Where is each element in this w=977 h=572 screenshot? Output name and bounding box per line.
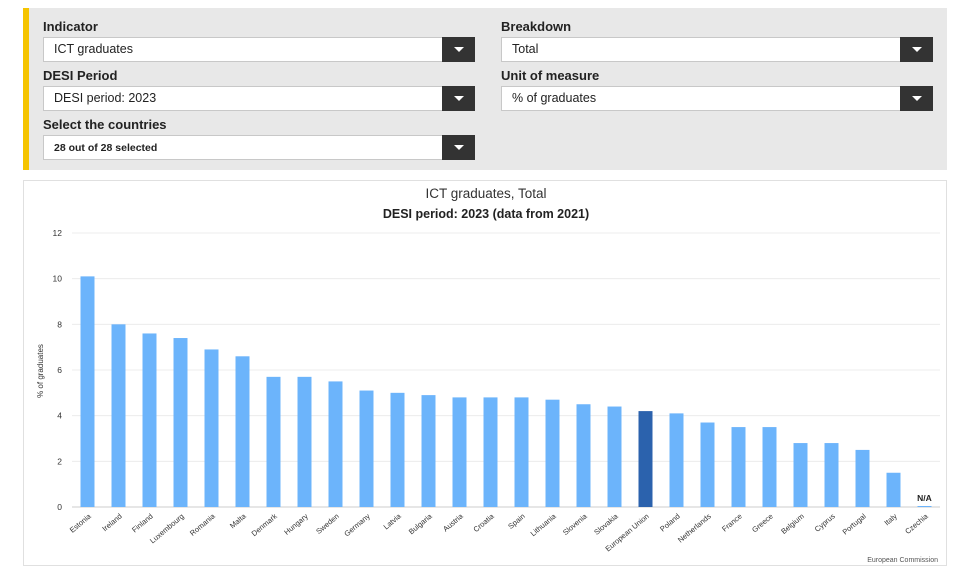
unit-dropdown-button[interactable] (900, 86, 933, 111)
bar (514, 397, 529, 507)
breakdown-select[interactable]: Total (501, 37, 933, 62)
bar (886, 472, 901, 507)
bar (173, 338, 188, 507)
credit-text: European Commission (867, 557, 938, 564)
x-tick-label: Romania (188, 511, 217, 538)
unit-label: Unit of measure (501, 68, 600, 83)
x-tick-label: Greece (750, 512, 775, 535)
y-axis-label: % of graduates (36, 344, 45, 398)
bar-chart: ICT graduates, Total DESI period: 2023 (… (36, 186, 940, 564)
bar (700, 422, 715, 507)
gridlines (72, 232, 940, 508)
x-tick-label: Finland (130, 512, 155, 535)
bar (266, 376, 281, 507)
breakdown-value: Total (512, 42, 539, 56)
bar (452, 397, 467, 507)
x-tick-label: Latvia (382, 511, 404, 531)
x-tick-label: Sweden (314, 512, 341, 536)
x-tick-label: Hungary (282, 511, 310, 536)
y-tick-label: 8 (57, 319, 62, 329)
x-axis-labels: Estonia Ireland FinlandLuxembourg Romania Ma… (68, 511, 931, 553)
x-tick-label: France (720, 512, 744, 534)
bar (762, 427, 777, 507)
indicator-label: Indicator (43, 19, 98, 34)
bar (80, 276, 95, 507)
chevron-down-icon (454, 145, 464, 150)
bar (824, 443, 839, 507)
x-tick-label: Portugal (841, 511, 868, 536)
period-value: DESI period: 2023 (54, 91, 157, 105)
bars: N/A (80, 276, 932, 507)
chevron-down-icon (912, 96, 922, 101)
x-tick-label: Ireland (100, 512, 123, 534)
bar (359, 390, 374, 507)
bar (731, 427, 746, 507)
y-tick-label: 0 (57, 502, 62, 512)
y-tick-label: 12 (53, 228, 63, 238)
x-tick-label: Germany (342, 511, 372, 538)
x-tick-label: Belgium (779, 512, 806, 536)
y-tick-label: 10 (53, 274, 63, 284)
x-tick-label: Slovenia (561, 511, 589, 537)
bar (607, 406, 622, 507)
x-tick-label: Estonia (68, 511, 94, 535)
x-tick-label: Denmark (250, 511, 279, 538)
y-tick-label: 2 (57, 456, 62, 466)
bar (545, 399, 560, 507)
bar (855, 449, 870, 507)
x-tick-label: Poland (658, 512, 682, 534)
x-tick-label: Luxembourg (148, 512, 186, 546)
breakdown-label: Breakdown (501, 19, 572, 34)
bar (793, 443, 808, 507)
y-axis-ticks: 0 2 4 6 8 10 12 (53, 228, 63, 512)
countries-select[interactable]: 28 out of 28 selected (43, 135, 475, 160)
chevron-down-icon (912, 47, 922, 52)
period-select[interactable]: DESI period: 2023 (43, 86, 475, 111)
chart-title: ICT graduates, Total (425, 186, 546, 201)
bar (204, 349, 219, 507)
bar (669, 413, 684, 507)
x-tick-label: Spain (506, 512, 526, 531)
bar (235, 356, 250, 507)
bar (297, 376, 312, 507)
unit-value: % of graduates (512, 91, 597, 105)
x-tick-label: Bulgaria (407, 511, 434, 536)
chevron-down-icon (454, 47, 464, 52)
unit-select[interactable]: % of graduates (501, 86, 933, 111)
bar (576, 404, 591, 507)
bar (421, 395, 436, 507)
bar (638, 411, 653, 507)
x-tick-label: Malta (228, 511, 248, 530)
x-tick-label: Austria (441, 511, 465, 533)
period-label: DESI Period (43, 68, 118, 83)
bar (483, 397, 498, 507)
x-tick-label: Croatia (471, 511, 496, 534)
x-tick-label: Italy (882, 511, 899, 527)
y-tick-label: 6 (57, 365, 62, 375)
x-tick-label: Czechia (903, 511, 930, 536)
indicator-value: ICT graduates (54, 42, 133, 56)
na-label: N/A (917, 493, 932, 503)
x-tick-label: Slovakia (592, 511, 620, 537)
bar (917, 506, 932, 507)
chart-container: ICT graduates, Total DESI period: 2023 (… (23, 180, 947, 566)
x-tick-label: Netherlands (676, 511, 713, 544)
chevron-down-icon (454, 96, 464, 101)
chart-subtitle: DESI period: 2023 (data from 2021) (383, 207, 589, 221)
bar (390, 392, 405, 507)
y-tick-label: 4 (57, 411, 62, 421)
countries-dropdown-button[interactable] (442, 135, 475, 160)
bar (142, 333, 157, 507)
breakdown-dropdown-button[interactable] (900, 37, 933, 62)
x-tick-label: Lithuania (529, 511, 559, 538)
x-tick-label: Cyprus (813, 511, 837, 533)
filter-panel: Indicator ICT graduates Breakdown Total … (23, 8, 947, 170)
countries-value: 28 out of 28 selected (54, 142, 158, 154)
bar (328, 381, 343, 507)
bar (111, 324, 126, 507)
period-dropdown-button[interactable] (442, 86, 475, 111)
countries-label: Select the countries (43, 117, 167, 132)
indicator-select[interactable]: ICT graduates (43, 37, 475, 62)
indicator-dropdown-button[interactable] (442, 37, 475, 62)
